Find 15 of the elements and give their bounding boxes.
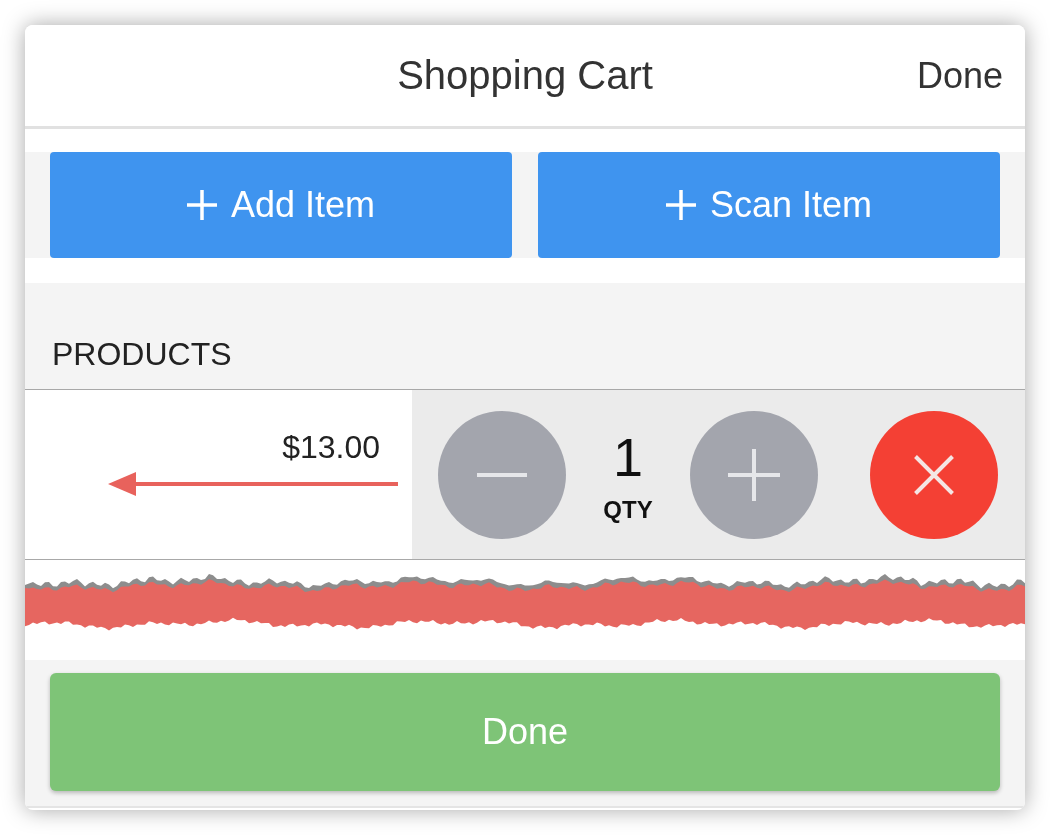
close-icon [914,454,954,495]
minus-icon [477,472,527,477]
section-title: PRODUCTS [52,336,232,373]
plus-icon [186,190,217,220]
window-title: Shopping Cart [397,53,653,98]
plus-icon [728,448,780,501]
plus-icon [665,190,696,220]
quantity-value: 1 [612,429,643,484]
price-text: $13.00 [282,430,380,466]
done-button[interactable]: Done [50,673,1000,791]
quantity-label: QTY [603,495,653,524]
left-arrow-icon [108,472,398,497]
action-button[interactable]: Add Item [50,152,512,258]
done-link[interactable]: Done [916,55,1003,97]
action-button[interactable]: Scan Item [538,152,1000,258]
